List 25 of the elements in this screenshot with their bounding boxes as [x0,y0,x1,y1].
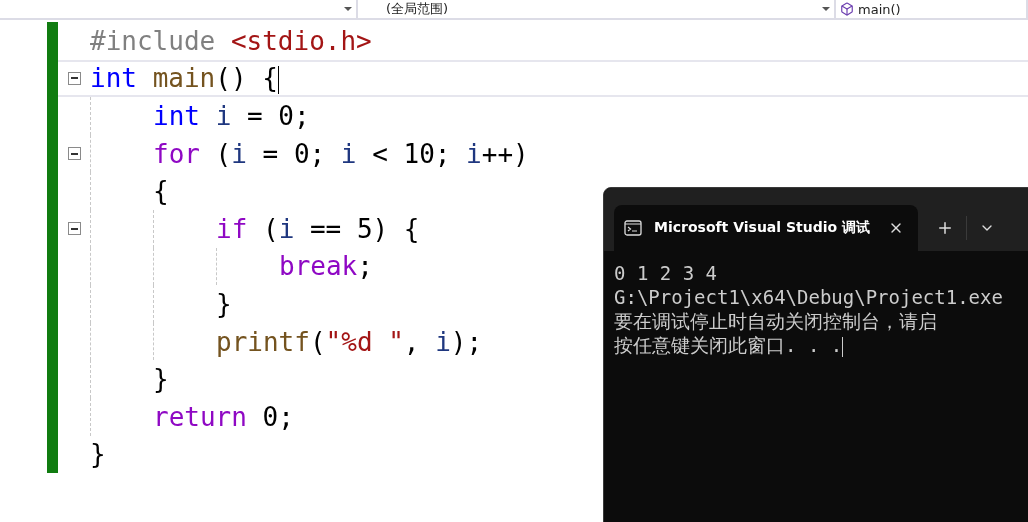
member-dropdown[interactable]: main() [836,0,1028,18]
code-line: int main() { [90,63,279,94]
code-line: #include <stdio.h> [90,25,372,56]
code-line: } [216,288,232,319]
console-output-line: G:\Project1\x64\Debug\Project1.exe [614,285,1004,309]
scope-dropdown[interactable]: (全局范围) [358,0,836,18]
cube-icon [840,2,854,16]
terminal-icon [624,220,642,236]
collapse-icon[interactable] [67,147,81,161]
code-line: printf("%d ", i); [216,326,483,357]
console-output-line: 0 1 2 3 4 [614,261,718,285]
code-line: } [153,364,169,395]
code-line: break; [279,251,373,282]
code-line: if (i == 5) { [216,213,420,244]
code-line: { [153,176,169,207]
console-output-line: 要在调试停止时自动关闭控制台，请启 [614,309,938,333]
console-output-line: 按任意键关闭此窗口. . . [614,333,845,357]
collapse-icon[interactable] [67,222,81,236]
collapse-icon[interactable] [67,71,81,85]
console-tab[interactable]: Microsoft Visual Studio 调试 [614,205,918,251]
code-line: } [90,439,106,470]
dropdown-caret-icon[interactable] [344,7,352,11]
code-line: for (i = 0; i < 10; i++) [153,138,529,169]
code-line: int i = 0; [153,101,310,131]
code-line: return 0; [153,401,294,432]
